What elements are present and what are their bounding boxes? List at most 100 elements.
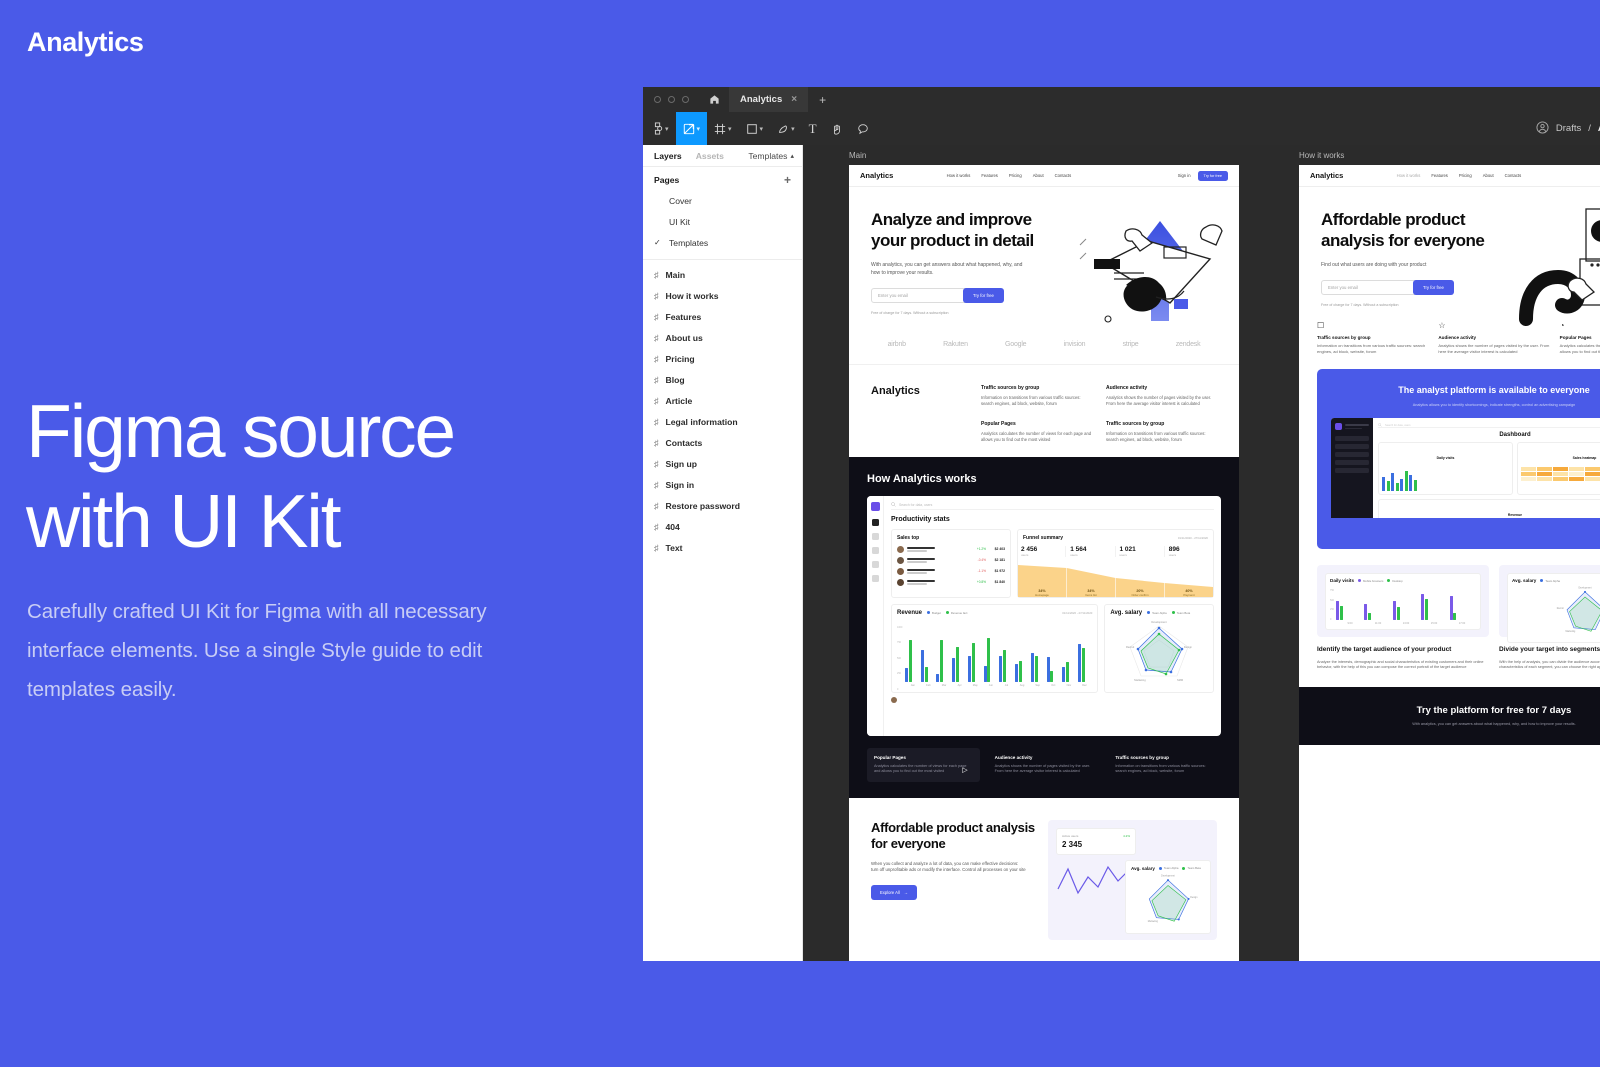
tab-layers[interactable]: Layers [654, 151, 682, 161]
funnel-step: 1 021 users [1117, 545, 1165, 557]
hand-tool[interactable] [824, 112, 850, 145]
nav-link-about[interactable]: About [1483, 173, 1494, 178]
dashboard-nav-icon-stats[interactable] [871, 532, 879, 540]
maximize-window-icon[interactable] [682, 96, 689, 103]
layer-label: Restore password [665, 500, 741, 511]
breadcrumb-team[interactable]: Drafts [1556, 123, 1581, 134]
mini-nav-item[interactable] [1335, 460, 1369, 466]
layer-item-blog[interactable]: ♯ Blog [643, 369, 802, 390]
explore-all-button[interactable]: Explore All → [871, 885, 917, 900]
text-tool[interactable]: T [802, 112, 824, 145]
frame-tool[interactable]: ▾ [707, 112, 739, 145]
layer-item-404[interactable]: ♯ 404 [643, 516, 802, 537]
file-tab-analytics[interactable]: Analytics × [729, 87, 809, 112]
platform-dashboard-mockup[interactable]: Search for data, users Dashboard Daily v… [1331, 418, 1600, 519]
window-controls[interactable] [643, 87, 700, 112]
pen-tool[interactable]: ▾ [770, 112, 802, 145]
tab-assets[interactable]: Assets [696, 151, 724, 161]
nav-link-features[interactable]: Features [1431, 173, 1448, 178]
layer-item-legal-information[interactable]: ♯ Legal information [643, 411, 802, 432]
nav-link-how-it-works[interactable]: How it works [947, 173, 971, 178]
minimize-window-icon[interactable] [668, 96, 675, 103]
chevron-down-icon[interactable]: ▾ [791, 125, 795, 133]
frame-label-main[interactable]: Main [849, 151, 866, 160]
feature-title: Traffic sources by group [1106, 420, 1165, 427]
dashboard-nav-icon-settings[interactable] [871, 574, 879, 582]
dashboard-nav-icon-reports[interactable] [871, 560, 879, 568]
dashboard-mockup[interactable]: Search for data, users Productivity stat… [867, 495, 1221, 736]
sales-amount: $2 181 [994, 558, 1005, 563]
frame-icon: ♯ [654, 395, 659, 406]
dark-card-popular-pages[interactable]: Popular Pages Analytics calculates the n… [867, 747, 980, 782]
hero-try-button[interactable]: Try for free [1413, 280, 1454, 295]
nav-link-about[interactable]: About [1033, 173, 1044, 178]
bar-group [1392, 600, 1419, 620]
move-tool[interactable]: ▾ [675, 112, 708, 145]
bar [940, 640, 944, 682]
sign-in-link[interactable]: Sign in [1178, 173, 1191, 178]
legend-label: Team Beta [1187, 866, 1201, 871]
dashboard-nav-icon-home[interactable] [871, 518, 879, 526]
artboard-main[interactable]: Analytics How it works Features Pricing … [849, 165, 1239, 961]
layer-item-contacts[interactable]: ♯ Contacts [643, 432, 802, 453]
home-icon[interactable] [700, 87, 729, 112]
layer-item-restore-password[interactable]: ♯ Restore password [643, 495, 802, 516]
revenue-date-range[interactable]: 01/11/2020 - 27/11/2020 [1062, 611, 1092, 615]
site-logo[interactable]: Analytics [860, 171, 893, 180]
chevron-down-icon[interactable]: ▾ [728, 125, 732, 133]
layer-item-how-it-works[interactable]: ♯ How it works [643, 285, 802, 306]
dashboard-search[interactable]: Search for data, users [891, 501, 1214, 510]
layer-item-sign-up[interactable]: ♯ Sign up [643, 453, 802, 474]
figma-canvas[interactable]: Main How it works Analytics How it works… [803, 145, 1600, 961]
page-item-templates[interactable]: ✓ Templates [643, 232, 802, 253]
nav-link-pricing[interactable]: Pricing [1009, 173, 1022, 178]
mini-nav-item[interactable] [1335, 444, 1369, 450]
close-tab-icon[interactable]: × [791, 94, 797, 105]
dashboard-nav-icon-users[interactable] [871, 546, 879, 554]
site-logo[interactable]: Analytics [1310, 171, 1343, 180]
site-navbar-2: Analytics How it works Features Pricing … [1299, 165, 1600, 187]
page-item-cover[interactable]: Cover [643, 190, 802, 211]
mini-nav-item[interactable] [1335, 452, 1369, 458]
layer-item-main[interactable]: ♯ Main [643, 264, 802, 285]
comment-tool[interactable] [850, 112, 876, 145]
shape-tool[interactable]: ▾ [739, 112, 771, 145]
layer-item-article[interactable]: ♯ Article [643, 390, 802, 411]
dashboard-main: Search for data, users Productivity stat… [884, 496, 1221, 736]
try-for-free-button[interactable]: Try for free [1197, 170, 1228, 181]
frame-label-how-it-works[interactable]: How it works [1299, 151, 1344, 160]
nav-link-contacts[interactable]: Contacts [1055, 173, 1072, 178]
tab-templates[interactable]: Templates ▴ [748, 151, 794, 161]
close-window-icon[interactable] [654, 96, 661, 103]
hero-try-button[interactable]: Try for free [963, 288, 1004, 303]
chevron-down-icon[interactable]: ▾ [760, 125, 764, 133]
chevron-down-icon[interactable]: ▾ [665, 125, 669, 133]
funnel-date-range[interactable]: 01/11/2020 - 27/11/2020 [1178, 536, 1208, 540]
add-page-button[interactable]: + [784, 174, 791, 186]
layer-item-pricing[interactable]: ♯ Pricing [643, 348, 802, 369]
avatar-icon[interactable] [1536, 120, 1549, 137]
mini-nav-item[interactable] [1335, 436, 1369, 442]
radar-axis-label: Design [1184, 645, 1193, 649]
legend-label: Budget [932, 610, 941, 615]
layer-label: How it works [665, 290, 719, 301]
mini-nav-item[interactable] [1335, 468, 1369, 474]
layer-item-about-us[interactable]: ♯ About us [643, 327, 802, 348]
mini-daily-visits-widget: Daily visits [1378, 442, 1513, 496]
nav-link-features[interactable]: Features [981, 173, 998, 178]
chevron-up-icon[interactable]: ▴ [790, 152, 794, 160]
layer-item-text[interactable]: ♯ Text [643, 537, 802, 558]
nav-link-pricing[interactable]: Pricing [1459, 173, 1472, 178]
avatar[interactable] [891, 696, 897, 703]
page-item-ui-kit[interactable]: UI Kit [643, 211, 802, 232]
layer-item-sign-in[interactable]: ♯ Sign in [643, 474, 802, 495]
layer-item-features[interactable]: ♯ Features [643, 306, 802, 327]
dark-card-audience-activity[interactable]: Audience activity Analytics shows the nu… [988, 748, 1101, 782]
nav-link-contacts[interactable]: Contacts [1505, 173, 1522, 178]
figma-logo-icon[interactable]: ▾ [646, 112, 676, 145]
artboard-how-it-works[interactable]: Analytics How it works Features Pricing … [1299, 165, 1600, 961]
dark-card-traffic-sources[interactable]: Traffic sources by group Information on … [1108, 748, 1221, 782]
new-tab-button[interactable]: + [808, 87, 837, 112]
nav-link-how-it-works[interactable]: How it works [1397, 173, 1421, 178]
chevron-down-icon[interactable]: ▾ [697, 125, 701, 133]
